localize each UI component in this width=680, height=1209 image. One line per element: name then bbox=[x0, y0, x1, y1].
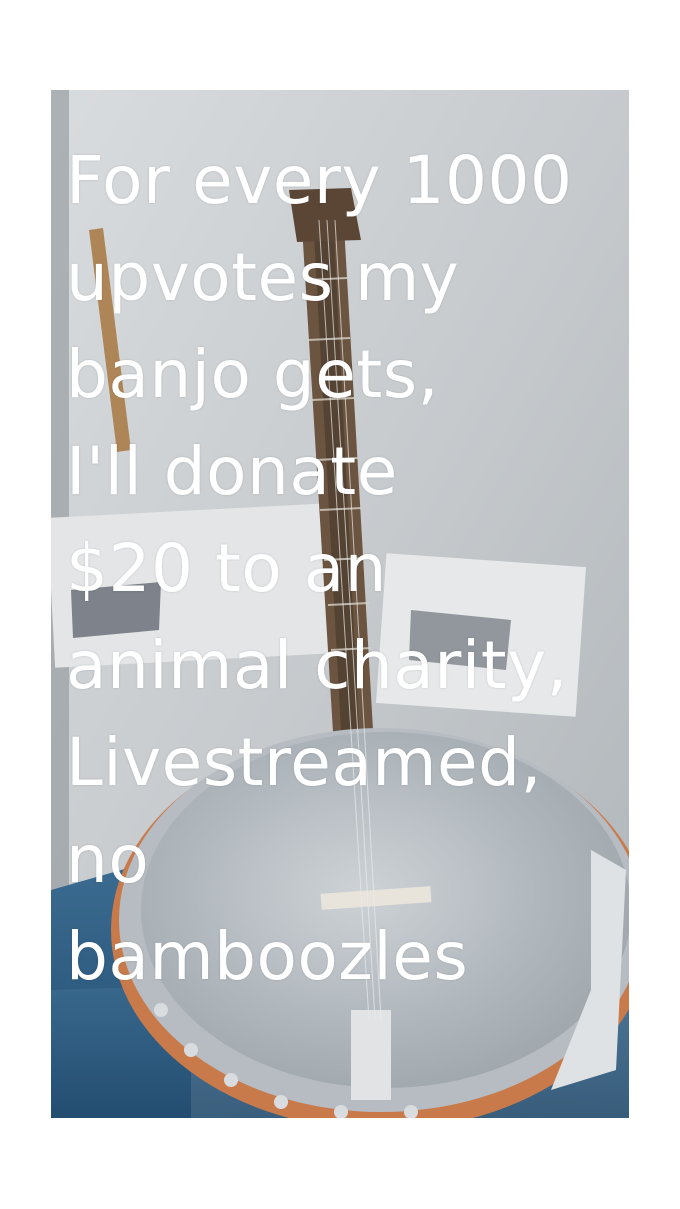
caption-line: no bbox=[66, 821, 150, 898]
meme-canvas: For every 1000 upvotes my banjo gets, I'… bbox=[0, 0, 680, 1209]
meme-caption: For every 1000 upvotes my banjo gets, I'… bbox=[66, 132, 626, 1005]
caption-line: banjo gets, bbox=[66, 336, 440, 413]
caption-line: Livestreamed, bbox=[66, 724, 543, 801]
caption-line: I'll donate bbox=[66, 433, 398, 510]
caption-line: $20 to an bbox=[66, 530, 387, 607]
caption-line: For every 1000 bbox=[66, 142, 573, 219]
caption-line: upvotes my bbox=[66, 239, 460, 316]
caption-line: bamboozles bbox=[66, 918, 469, 995]
caption-line: animal charity, bbox=[66, 627, 569, 704]
